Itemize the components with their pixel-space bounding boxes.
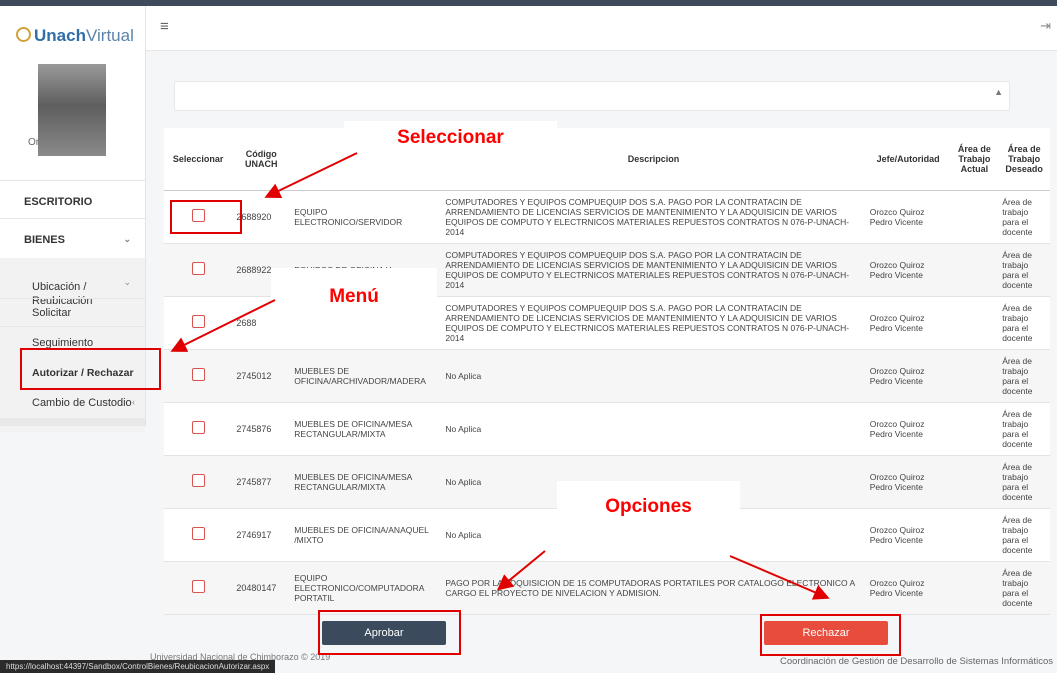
- highlight-select-box: [170, 200, 242, 234]
- menu-icon[interactable]: ≡: [160, 18, 169, 35]
- name-cell: MUEBLES DE OFICINA/MESA RECTANGULAR/MIXT…: [290, 455, 442, 509]
- divider: [0, 326, 145, 327]
- jefe-cell: Orozco Quiroz Pedro Vicente: [865, 296, 951, 350]
- description-cell: COMPUTADORES Y EQUIPOS COMPUEQUIP DOS S.…: [441, 190, 866, 244]
- logo-icon: [16, 27, 31, 42]
- code-cell: 20480147: [232, 561, 291, 615]
- area-actual-cell: [950, 349, 999, 403]
- column-header: Seleccionar: [164, 128, 233, 191]
- jefe-cell: Orozco Quiroz Pedro Vicente: [865, 402, 951, 456]
- name-cell: MUEBLES DE OFICINA/MESA RECTANGULAR/MIXT…: [290, 402, 442, 456]
- sidebar-item-cambio-custodio[interactable]: Cambio de Custodio ‹: [0, 397, 145, 409]
- area-deseado-cell: Área de trabajo para el docente: [998, 349, 1050, 403]
- select-checkbox-cell: [164, 561, 233, 615]
- select-checkbox[interactable]: [191, 474, 205, 488]
- jefe-cell: Orozco Quiroz Pedro Vicente: [865, 190, 951, 244]
- chevron-left-icon: ‹: [132, 397, 135, 407]
- description-cell: PAGO POR LA ADQUISICION DE 15 COMPUTADOR…: [441, 561, 866, 615]
- area-deseado-cell: Área de trabajo para el docente: [998, 561, 1050, 615]
- area-actual-cell: [950, 402, 999, 456]
- area-deseado-cell: Área de trabajo para el docente: [998, 243, 1050, 297]
- select-checkbox[interactable]: [191, 262, 205, 276]
- column-header: Jefe/Autoridad: [865, 128, 951, 191]
- area-actual-cell: [950, 190, 999, 244]
- select-checkbox[interactable]: [191, 315, 205, 329]
- highlight-menu-box: [20, 348, 161, 390]
- code-cell: 2745877: [232, 455, 291, 509]
- chevron-down-icon: ⌄: [123, 277, 131, 287]
- jefe-cell: Orozco Quiroz Pedro Vicente: [865, 455, 951, 509]
- area-actual-cell: [950, 455, 999, 509]
- column-header: Código UNACH: [232, 128, 291, 191]
- select-checkbox[interactable]: [191, 580, 205, 594]
- sidebar-item-bienes[interactable]: BIENES ⌄: [0, 234, 145, 246]
- jefe-cell: Orozco Quiroz Pedro Vicente: [865, 349, 951, 403]
- table-row: 2688920 EQUIPO ELECTRONICO/SERVIDOR COMPUT…: [164, 190, 1050, 244]
- table-row: 20480147 EQUIPO ELECTRONICO/COMPUTADORA P…: [164, 561, 1050, 615]
- avatar: [38, 64, 106, 156]
- column-header: Área de Trabajo Actual: [950, 128, 999, 191]
- highlight-aprobar-box: [318, 610, 461, 655]
- code-cell: 2745876: [232, 402, 291, 456]
- annotation-menu: Menú: [271, 268, 437, 326]
- jefe-cell: Orozco Quiroz Pedro Vicente: [865, 561, 951, 615]
- collapse-icon[interactable]: ▲: [994, 87, 1003, 97]
- select-checkbox-cell: [164, 402, 233, 456]
- table-header-row: Seleccionar Código UNACH Descripcion Jef…: [164, 128, 1050, 191]
- area-deseado-cell: Área de trabajo para el docente: [998, 190, 1050, 244]
- sidebar-footer: [0, 418, 145, 426]
- chevron-down-icon: ⌄: [123, 234, 131, 244]
- annotation-seleccionar: Seleccionar: [344, 121, 557, 159]
- code-cell: 2745012: [232, 349, 291, 403]
- jefe-cell: Orozco Quiroz Pedro Vicente: [865, 243, 951, 297]
- divider: [0, 298, 145, 299]
- column-header: Área de Trabajo Deseado: [998, 128, 1050, 191]
- select-checkbox-cell: [164, 349, 233, 403]
- logout-icon[interactable]: ⇥: [1040, 18, 1051, 34]
- footer-credit: Coordinación de Gestión de Desarrollo de…: [780, 656, 1053, 667]
- select-checkbox[interactable]: [191, 527, 205, 541]
- name-cell: MUEBLES DE OFICINA/ANAQUEL /MIXTO: [290, 508, 442, 562]
- select-checkbox-cell: [164, 243, 233, 297]
- code-cell: 2746917: [232, 508, 291, 562]
- divider: [0, 218, 145, 219]
- select-checkbox[interactable]: [191, 421, 205, 435]
- table-row: 2745876 MUEBLES DE OFICINA/MESA RECTANGUL…: [164, 402, 1050, 456]
- area-deseado-cell: Área de trabajo para el docente: [998, 455, 1050, 509]
- name-cell: EQUIPO ELECTRONICO/SERVIDOR: [290, 190, 442, 244]
- description-cell: No Aplica: [441, 349, 866, 403]
- sidebar-item-solicitar[interactable]: Solicitar: [0, 307, 145, 319]
- description-cell: COMPUTADORES Y EQUIPOS COMPUEQUIP DOS S.…: [441, 243, 866, 297]
- area-deseado-cell: Área de trabajo para el docente: [998, 508, 1050, 562]
- header: ≡ ⇥: [146, 6, 1057, 51]
- area-actual-cell: [950, 508, 999, 562]
- area-deseado-cell: Área de trabajo para el docente: [998, 296, 1050, 350]
- sidebar-item-escritorio[interactable]: ESCRITORIO: [0, 196, 145, 208]
- area-actual-cell: [950, 296, 999, 350]
- status-bar-url: https://localhost:44397/Sandbox/ControlB…: [0, 660, 276, 673]
- filter-bar[interactable]: ▲: [174, 81, 1010, 111]
- select-checkbox[interactable]: [191, 368, 205, 382]
- select-checkbox-cell: [164, 296, 233, 350]
- select-checkbox-cell: [164, 455, 233, 509]
- name-cell: MUEBLES DE OFICINA/ARCHIVADOR/MADERA: [290, 349, 442, 403]
- select-checkbox-cell: [164, 508, 233, 562]
- name-cell: EQUIPO ELECTRONICO/COMPUTADORA PORTATIL: [290, 561, 442, 615]
- description-cell: COMPUTADORES Y EQUIPOS COMPUEQUIP DOS S.…: [441, 296, 866, 350]
- table-row: 2745012 MUEBLES DE OFICINA/ARCHIVADOR/MAD…: [164, 349, 1050, 403]
- highlight-rechazar-box: [760, 614, 901, 656]
- annotation-opciones: Opciones: [557, 481, 740, 533]
- app-logo[interactable]: UnachVirtual: [16, 26, 134, 46]
- area-actual-cell: [950, 561, 999, 615]
- user-name: Or: [28, 137, 40, 148]
- jefe-cell: Orozco Quiroz Pedro Vicente: [865, 508, 951, 562]
- area-deseado-cell: Área de trabajo para el docente: [998, 402, 1050, 456]
- divider: [0, 180, 145, 181]
- area-actual-cell: [950, 243, 999, 297]
- description-cell: No Aplica: [441, 402, 866, 456]
- bienes-table: Seleccionar Código UNACH Descripcion Jef…: [164, 128, 1050, 615]
